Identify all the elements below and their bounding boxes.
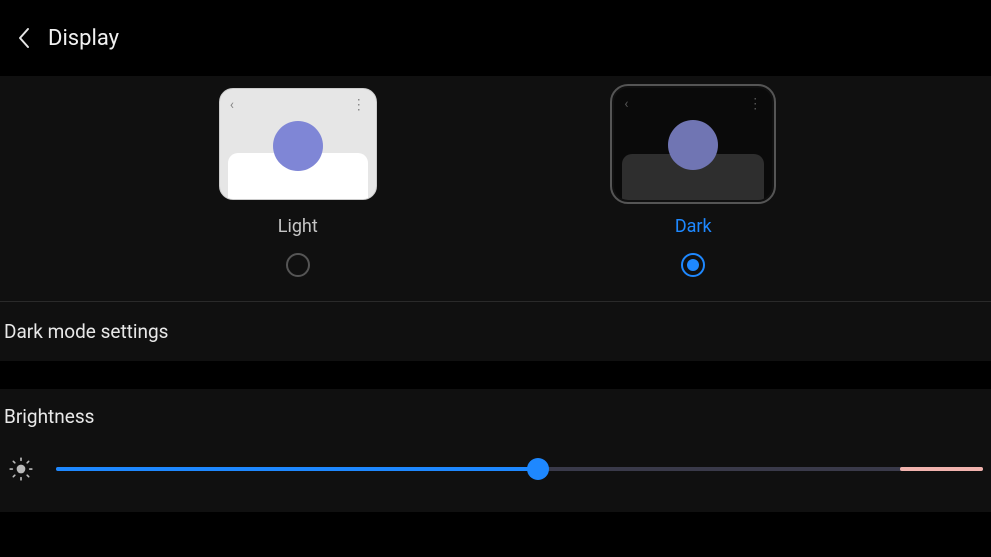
theme-section: ‹ ⋮ Light ‹ ⋮ Dark [0, 76, 991, 301]
sun-icon [8, 456, 34, 482]
slider-fill [56, 467, 538, 471]
brightness-label: Brightness [4, 405, 987, 428]
theme-label-light: Light [278, 216, 318, 237]
slider-thumb[interactable] [527, 458, 549, 480]
chevron-left-icon [17, 27, 31, 49]
brightness-section: Brightness [0, 389, 991, 512]
dark-mode-settings-item[interactable]: Dark mode settings [0, 302, 991, 361]
slider-track-warn [900, 467, 983, 471]
header: Display [0, 0, 991, 76]
chevron-left-icon: ‹ [624, 96, 628, 112]
radio-dark[interactable] [681, 253, 705, 277]
brightness-slider[interactable] [56, 459, 983, 479]
theme-label-dark: Dark [675, 216, 712, 237]
preview-circle [668, 120, 718, 170]
back-button[interactable] [8, 22, 40, 54]
section-gap [0, 361, 991, 389]
more-icon: ⋮ [352, 97, 366, 113]
radio-light[interactable] [286, 253, 310, 277]
preview-circle [273, 121, 323, 171]
theme-option-dark[interactable]: ‹ ⋮ Dark [614, 88, 772, 277]
content: ‹ ⋮ Light ‹ ⋮ Dark [0, 76, 991, 361]
radio-inner [687, 259, 699, 271]
more-icon: ⋮ [748, 96, 762, 112]
theme-option-light[interactable]: ‹ ⋮ Light [219, 88, 377, 277]
page-title: Display [48, 26, 119, 51]
theme-preview-dark: ‹ ⋮ [614, 88, 772, 200]
brightness-row [4, 456, 987, 482]
chevron-left-icon: ‹ [230, 97, 234, 113]
theme-preview-light: ‹ ⋮ [219, 88, 377, 200]
